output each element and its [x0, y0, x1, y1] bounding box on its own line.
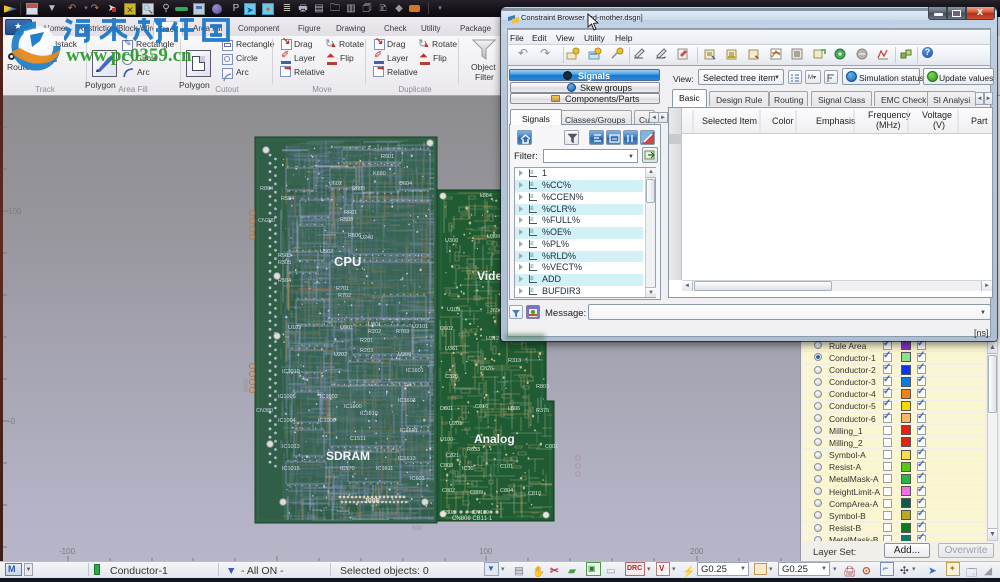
- svg-text:IC1004: IC1004: [278, 418, 296, 424]
- svg-text:U604: U604: [399, 181, 412, 187]
- svg-text:R203: R203: [360, 348, 373, 354]
- svg-text:IC1015: IC1015: [282, 466, 300, 472]
- svg-text:C816: C816: [475, 404, 488, 410]
- svg-text:IC30: IC30: [462, 466, 474, 472]
- svg-text:C809: C809: [470, 490, 483, 496]
- svg-text:R601: R601: [344, 210, 357, 216]
- svg-text:C320: C320: [445, 374, 458, 380]
- svg-text:U300: U300: [398, 352, 411, 358]
- svg-text:U502: U502: [320, 249, 333, 255]
- svg-text:IC1000: IC1000: [344, 404, 362, 410]
- svg-text:R701: R701: [336, 286, 349, 292]
- svg-text:U240: U240: [360, 235, 373, 241]
- svg-text:R504: R504: [278, 278, 291, 284]
- svg-text:U361: U361: [445, 346, 458, 352]
- svg-text:R605: R605: [352, 186, 365, 192]
- svg-text:U300: U300: [445, 238, 458, 244]
- svg-text:K680: K680: [373, 171, 386, 177]
- svg-text:R702: R702: [338, 293, 351, 299]
- svg-text:IC1003: IC1003: [320, 394, 338, 400]
- svg-text:C101: C101: [500, 464, 513, 470]
- svg-text:IC1013: IC1013: [282, 444, 300, 450]
- svg-text:R202: R202: [368, 329, 381, 335]
- svg-text:SDRAM: SDRAM: [326, 449, 370, 463]
- svg-text:0009: 0009: [244, 378, 250, 392]
- svg-text:C1511: C1511: [350, 436, 366, 442]
- svg-text:IC170: IC170: [340, 466, 355, 472]
- svg-text:U309: U309: [487, 234, 500, 240]
- svg-text:D801: D801: [440, 406, 453, 412]
- svg-text:R375: R375: [536, 408, 549, 414]
- svg-text:C808: C808: [440, 463, 453, 469]
- svg-text:R503: R503: [278, 253, 291, 259]
- svg-text:U103: U103: [288, 325, 301, 331]
- svg-text:R313: R313: [508, 358, 521, 364]
- svg-text:U801: U801: [368, 322, 381, 328]
- svg-text:U2101: U2101: [412, 324, 428, 330]
- svg-text:J602: J602: [330, 181, 342, 187]
- svg-text:CN808 CB11-1: CN808 CB11-1: [452, 516, 493, 522]
- svg-text:C802: C802: [442, 488, 455, 494]
- svg-text:C821: C821: [446, 453, 459, 459]
- svg-text:R504: R504: [281, 196, 294, 202]
- svg-text:CPU: CPU: [334, 254, 361, 269]
- svg-text:R703: R703: [396, 329, 409, 335]
- svg-text:IC1601: IC1601: [400, 428, 418, 434]
- svg-text:U100: U100: [440, 437, 453, 443]
- svg-text:R201: R201: [360, 338, 373, 344]
- svg-text:L806: L806: [508, 406, 520, 412]
- svg-text:C810: C810: [528, 491, 541, 497]
- svg-text:R803: R803: [536, 384, 549, 390]
- svg-text:IC603: IC603: [410, 476, 425, 482]
- svg-text:R833: R833: [467, 447, 480, 453]
- svg-text:IC1611: IC1611: [376, 466, 393, 472]
- svg-text:600: 600: [412, 526, 423, 532]
- svg-text:k884: k884: [480, 193, 492, 199]
- svg-text:C602: C602: [440, 326, 453, 332]
- svg-text:U109: U109: [447, 307, 460, 313]
- svg-text:U901: U901: [340, 325, 353, 331]
- svg-text:6000: 6000: [244, 163, 250, 177]
- svg-text:U202: U202: [334, 352, 347, 358]
- svg-text:R601: R601: [381, 154, 394, 160]
- svg-text:Analog: Analog: [474, 432, 515, 446]
- svg-text:R508: R508: [340, 217, 353, 223]
- svg-text:R305: R305: [278, 260, 291, 266]
- svg-text:IC1613: IC1613: [398, 456, 416, 462]
- svg-text:IC1603: IC1603: [398, 398, 416, 404]
- svg-text:IC1601: IC1601: [406, 368, 424, 374]
- svg-text:C804: C804: [500, 488, 513, 494]
- svg-text:IC1010: IC1010: [360, 411, 378, 417]
- svg-text:C801: C801: [545, 444, 558, 450]
- svg-text:IC1006: IC1006: [318, 418, 336, 424]
- svg-text:IC1010: IC1010: [282, 369, 300, 375]
- svg-text:IC1005: IC1005: [278, 394, 296, 400]
- svg-text:C826: C826: [480, 366, 493, 372]
- svg-text:J006: J006: [364, 498, 380, 505]
- svg-text:U201: U201: [449, 421, 462, 427]
- svg-text:U312: U312: [486, 336, 499, 342]
